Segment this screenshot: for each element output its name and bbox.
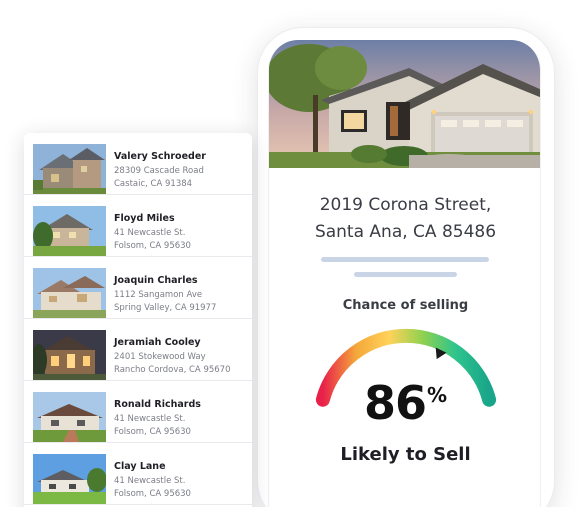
listing-photo [33,144,106,194]
listing-city: Spring Valley, CA 91977 [114,303,217,313]
listing-photo [33,330,106,380]
listing-name: Jeramiah Cooley [114,337,201,348]
listing-photo [33,392,106,442]
listing-name: Valery Schroeder [114,151,206,162]
listing-photo [33,454,106,504]
list-item[interactable]: Valery Schroeder 28309 Cascade Road Cast… [24,133,252,195]
listing-street: 41 Newcastle St. [114,228,186,238]
listing-city: Folsom, CA 95630 [114,427,191,437]
listing-name: Ronald Richards [114,399,201,410]
percent-sign: % [426,383,448,407]
list-item[interactable]: Ronald Richards 41 Newcastle St. Folsom,… [24,381,252,443]
list-item[interactable]: Clay Lane 41 Newcastle St. Folsom, CA 95… [24,443,252,505]
property-detail-screen: 2019 Corona Street, Santa Ana, CA 85486 … [268,40,541,507]
list-item[interactable]: Joaquin Charles 1112 Sangamon Ave Spring… [24,257,252,319]
selling-percent: 86% [269,376,540,430]
selling-gauge [315,328,497,407]
listing-name: Floyd Miles [114,213,175,224]
listing-street: 28309 Cascade Road [114,166,204,176]
listing-city: Folsom, CA 95630 [114,489,191,499]
listing-street: 41 Newcastle St. [114,476,186,486]
listing-street: 41 Newcastle St. [114,414,186,424]
listings-card: Valery Schroeder 28309 Cascade Road Cast… [24,133,252,507]
listing-photo [33,268,106,318]
percent-value: 86 [363,376,427,430]
listing-city: Rancho Cordova, CA 95670 [114,365,231,375]
listing-city: Folsom, CA 95630 [114,241,191,251]
listing-street: 1112 Sangamon Ave [114,290,203,300]
listing-photo [33,206,106,256]
listing-name: Joaquin Charles [114,275,198,286]
listing-city: Castaic, CA 91384 [114,179,193,189]
listing-street: 2401 Stokewood Way [114,352,206,362]
list-item[interactable]: Floyd Miles 41 Newcastle St. Folsom, CA … [24,195,252,257]
listing-name: Clay Lane [114,461,166,472]
selling-verdict: Likely to Sell [340,444,471,465]
list-item[interactable]: Jeramiah Cooley 2401 Stokewood Way Ranch… [24,319,252,381]
